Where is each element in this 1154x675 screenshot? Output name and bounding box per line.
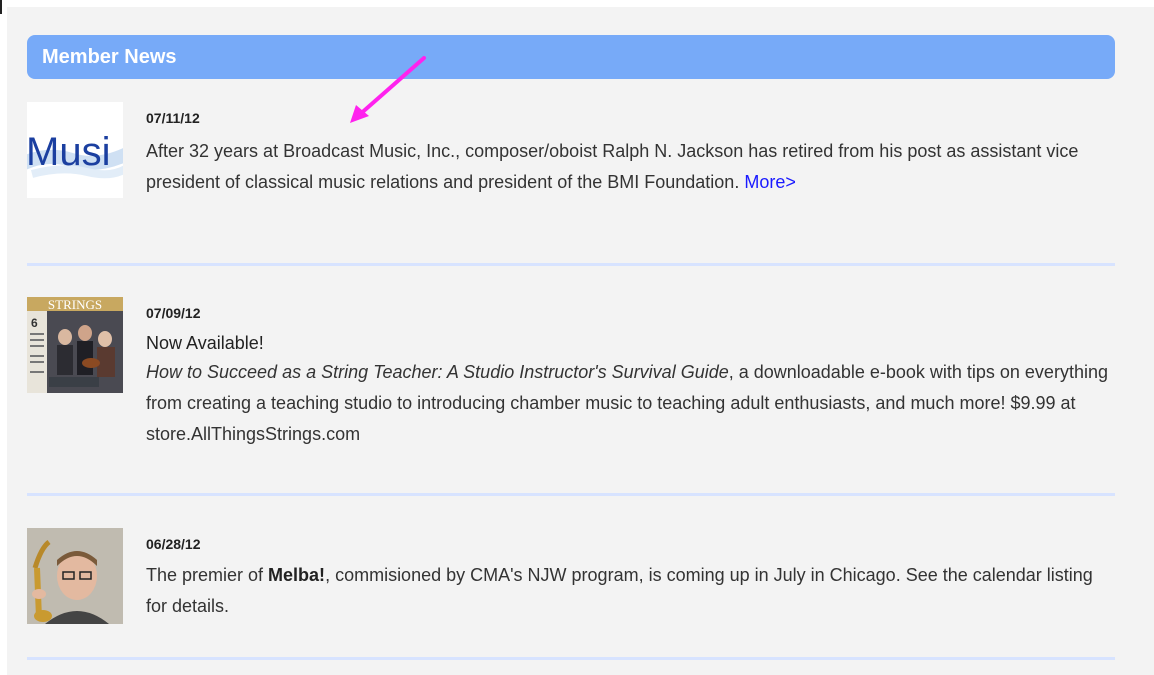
section-header: Member News (27, 35, 1115, 79)
news-headline: Now Available! (146, 333, 264, 353)
news-thumbnail-magazine[interactable]: STRINGS 6 (27, 297, 123, 393)
corner-mark (0, 0, 2, 14)
news-thumbnail-photo[interactable] (27, 528, 123, 624)
news-body: After 32 years at Broadcast Music, Inc.,… (146, 136, 1116, 198)
news-body: How to Succeed as a String Teacher: A St… (146, 357, 1116, 450)
news-content: 07/09/12 Now Available! How to Succeed a… (146, 297, 1116, 450)
annotation-arrow-icon (350, 56, 426, 123)
news-thumbnail-music[interactable]: Musi (27, 102, 123, 198)
magazine-masthead: STRINGS (48, 297, 102, 312)
more-link[interactable]: More> (744, 172, 796, 192)
divider (27, 263, 1115, 266)
section-title: Member News (42, 46, 177, 68)
work-title: Melba! (268, 565, 326, 585)
news-body-text: The premier of (146, 565, 269, 585)
news-date: 07/09/12 (146, 305, 201, 321)
news-content: 06/28/12 The premier of Melba!, commisio… (146, 528, 1116, 622)
news-date: 06/28/12 (146, 536, 201, 552)
news-body-text: After 32 years at Broadcast Music, Inc.,… (146, 141, 1079, 192)
divider (27, 493, 1115, 496)
divider (27, 657, 1115, 660)
magazine-issue: 6 (31, 316, 38, 330)
news-content: 07/11/12 After 32 years at Broadcast Mus… (146, 102, 1116, 198)
news-body: The premier of Melba!, commisioned by CM… (146, 560, 1116, 622)
news-date: 07/11/12 (146, 110, 200, 126)
thumbnail-logo-text: Musi (27, 130, 110, 174)
book-title: How to Succeed as a String Teacher: A St… (146, 362, 729, 382)
page: Member News Musi 07/11/12 After 32 years… (0, 0, 1154, 675)
